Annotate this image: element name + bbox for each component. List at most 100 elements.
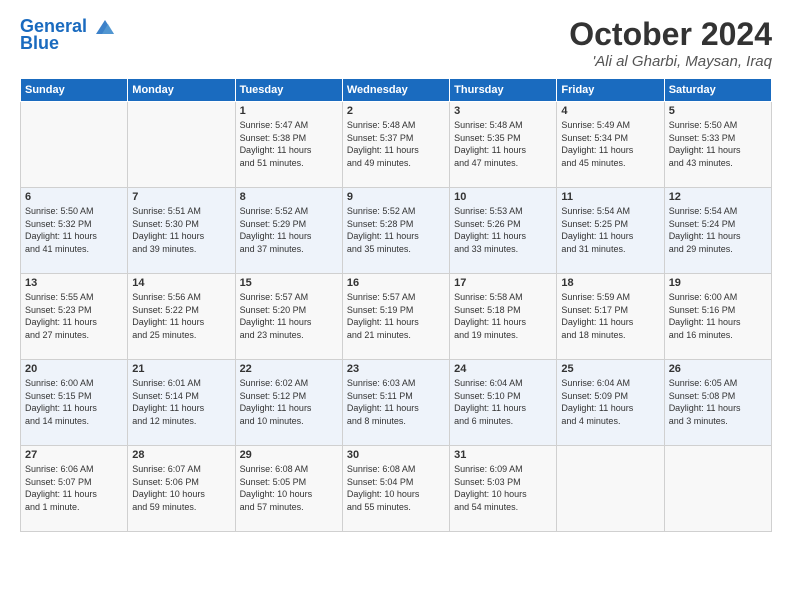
day-info: Sunrise: 5:47 AM Sunset: 5:38 PM Dayligh… <box>240 119 338 169</box>
day-info: Sunrise: 5:49 AM Sunset: 5:34 PM Dayligh… <box>561 119 659 169</box>
calendar-day-cell <box>664 446 771 532</box>
calendar-week-row: 1Sunrise: 5:47 AM Sunset: 5:38 PM Daylig… <box>21 102 772 188</box>
day-info: Sunrise: 5:54 AM Sunset: 5:24 PM Dayligh… <box>669 205 767 255</box>
calendar-day-cell: 9Sunrise: 5:52 AM Sunset: 5:28 PM Daylig… <box>342 188 449 274</box>
day-number: 22 <box>240 363 338 375</box>
calendar-day-cell <box>557 446 664 532</box>
month-title: October 2024 <box>569 16 772 53</box>
day-info: Sunrise: 5:48 AM Sunset: 5:37 PM Dayligh… <box>347 119 445 169</box>
calendar-day-cell: 14 Sunrise: 5:56 AM Sunset: 5:22 PM Dayli… <box>128 274 235 360</box>
calendar-body: 1Sunrise: 5:47 AM Sunset: 5:38 PM Daylig… <box>21 102 772 532</box>
calendar-day-cell: 3 Sunrise: 5:48 AM Sunset: 5:35 PM Daylig… <box>450 102 557 188</box>
day-number: 28 <box>132 449 230 461</box>
calendar-day-cell: 28 Sunrise: 6:07 AM Sunset: 5:06 PM Dayli… <box>128 446 235 532</box>
day-info: Sunrise: 5:50 AM Sunset: 5:33 PM Dayligh… <box>669 119 767 169</box>
calendar-day-cell: 21 Sunrise: 6:01 AM Sunset: 5:14 PM Dayli… <box>128 360 235 446</box>
day-info: Sunrise: 5:48 AM Sunset: 5:35 PM Dayligh… <box>454 119 552 169</box>
calendar-day-cell: 4 Sunrise: 5:49 AM Sunset: 5:34 PM Daylig… <box>557 102 664 188</box>
day-info: Sunrise: 6:07 AM Sunset: 5:06 PM Dayligh… <box>132 463 230 513</box>
calendar-header-cell: Monday <box>128 79 235 102</box>
calendar-day-cell: 29 Sunrise: 6:08 AM Sunset: 5:05 PM Dayli… <box>235 446 342 532</box>
day-number: 14 <box>132 277 230 289</box>
day-number: 8 <box>240 191 338 203</box>
calendar-day-cell: 5 Sunrise: 5:50 AM Sunset: 5:33 PM Daylig… <box>664 102 771 188</box>
calendar-day-cell: 31 Sunrise: 6:09 AM Sunset: 5:03 PM Dayli… <box>450 446 557 532</box>
calendar-day-cell: 10Sunrise: 5:53 AM Sunset: 5:26 PM Dayli… <box>450 188 557 274</box>
day-number: 29 <box>240 449 338 461</box>
calendar-header-cell: Tuesday <box>235 79 342 102</box>
calendar-day-cell: 19 Sunrise: 6:00 AM Sunset: 5:16 PM Dayli… <box>664 274 771 360</box>
day-info: Sunrise: 6:03 AM Sunset: 5:11 PM Dayligh… <box>347 377 445 427</box>
day-number: 17 <box>454 277 552 289</box>
calendar-day-cell: 15 Sunrise: 5:57 AM Sunset: 5:20 PM Dayli… <box>235 274 342 360</box>
day-number: 7 <box>132 191 230 203</box>
calendar-day-cell: 25 Sunrise: 6:04 AM Sunset: 5:09 PM Dayli… <box>557 360 664 446</box>
calendar-day-cell <box>128 102 235 188</box>
day-number: 18 <box>561 277 659 289</box>
day-number: 4 <box>561 105 659 117</box>
day-info: Sunrise: 5:57 AM Sunset: 5:19 PM Dayligh… <box>347 291 445 341</box>
day-number: 16 <box>347 277 445 289</box>
day-number: 20 <box>25 363 123 375</box>
day-number: 21 <box>132 363 230 375</box>
day-info: Sunrise: 6:04 AM Sunset: 5:09 PM Dayligh… <box>561 377 659 427</box>
day-info: Sunrise: 5:51 AM Sunset: 5:30 PM Dayligh… <box>132 205 230 255</box>
day-info: Sunrise: 6:09 AM Sunset: 5:03 PM Dayligh… <box>454 463 552 513</box>
calendar-day-cell: 1Sunrise: 5:47 AM Sunset: 5:38 PM Daylig… <box>235 102 342 188</box>
location-title: 'Ali al Gharbi, Maysan, Iraq <box>569 53 772 70</box>
day-number: 2 <box>347 105 445 117</box>
calendar-table: SundayMondayTuesdayWednesdayThursdayFrid… <box>20 78 772 532</box>
day-info: Sunrise: 5:55 AM Sunset: 5:23 PM Dayligh… <box>25 291 123 341</box>
day-number: 31 <box>454 449 552 461</box>
calendar-header-cell: Thursday <box>450 79 557 102</box>
calendar-day-cell: 23 Sunrise: 6:03 AM Sunset: 5:11 PM Dayli… <box>342 360 449 446</box>
day-number: 24 <box>454 363 552 375</box>
day-info: Sunrise: 5:57 AM Sunset: 5:20 PM Dayligh… <box>240 291 338 341</box>
day-info: Sunrise: 5:58 AM Sunset: 5:18 PM Dayligh… <box>454 291 552 341</box>
day-number: 13 <box>25 277 123 289</box>
day-number: 15 <box>240 277 338 289</box>
day-number: 25 <box>561 363 659 375</box>
calendar-day-cell: 12Sunrise: 5:54 AM Sunset: 5:24 PM Dayli… <box>664 188 771 274</box>
page: General Blue October 2024 'Ali al Gharbi… <box>0 0 792 612</box>
day-info: Sunrise: 5:54 AM Sunset: 5:25 PM Dayligh… <box>561 205 659 255</box>
calendar-day-cell: 20 Sunrise: 6:00 AM Sunset: 5:15 PM Dayli… <box>21 360 128 446</box>
day-number: 23 <box>347 363 445 375</box>
calendar-day-cell: 27 Sunrise: 6:06 AM Sunset: 5:07 PM Dayli… <box>21 446 128 532</box>
logo: General Blue <box>20 16 116 54</box>
day-info: Sunrise: 5:52 AM Sunset: 5:29 PM Dayligh… <box>240 205 338 255</box>
calendar-header-row: SundayMondayTuesdayWednesdayThursdayFrid… <box>21 79 772 102</box>
day-number: 5 <box>669 105 767 117</box>
calendar-day-cell <box>21 102 128 188</box>
calendar-week-row: 13 Sunrise: 5:55 AM Sunset: 5:23 PM Dayli… <box>21 274 772 360</box>
day-number: 3 <box>454 105 552 117</box>
calendar-day-cell: 17 Sunrise: 5:58 AM Sunset: 5:18 PM Dayli… <box>450 274 557 360</box>
day-info: Sunrise: 5:56 AM Sunset: 5:22 PM Dayligh… <box>132 291 230 341</box>
calendar-day-cell: 7 Sunrise: 5:51 AM Sunset: 5:30 PM Daylig… <box>128 188 235 274</box>
title-block: October 2024 'Ali al Gharbi, Maysan, Ira… <box>569 16 772 70</box>
calendar-header-cell: Saturday <box>664 79 771 102</box>
day-info: Sunrise: 6:02 AM Sunset: 5:12 PM Dayligh… <box>240 377 338 427</box>
day-info: Sunrise: 5:50 AM Sunset: 5:32 PM Dayligh… <box>25 205 123 255</box>
day-number: 6 <box>25 191 123 203</box>
day-info: Sunrise: 5:52 AM Sunset: 5:28 PM Dayligh… <box>347 205 445 255</box>
calendar-day-cell: 11 Sunrise: 5:54 AM Sunset: 5:25 PM Dayli… <box>557 188 664 274</box>
day-info: Sunrise: 6:00 AM Sunset: 5:15 PM Dayligh… <box>25 377 123 427</box>
day-number: 11 <box>561 191 659 203</box>
day-number: 27 <box>25 449 123 461</box>
logo-icon <box>94 18 116 36</box>
calendar-day-cell: 16 Sunrise: 5:57 AM Sunset: 5:19 PM Dayli… <box>342 274 449 360</box>
day-info: Sunrise: 6:06 AM Sunset: 5:07 PM Dayligh… <box>25 463 123 513</box>
calendar-day-cell: 13 Sunrise: 5:55 AM Sunset: 5:23 PM Dayli… <box>21 274 128 360</box>
day-info: Sunrise: 6:01 AM Sunset: 5:14 PM Dayligh… <box>132 377 230 427</box>
calendar-day-cell: 18Sunrise: 5:59 AM Sunset: 5:17 PM Dayli… <box>557 274 664 360</box>
day-info: Sunrise: 6:05 AM Sunset: 5:08 PM Dayligh… <box>669 377 767 427</box>
calendar-day-cell: 30Sunrise: 6:08 AM Sunset: 5:04 PM Dayli… <box>342 446 449 532</box>
day-number: 19 <box>669 277 767 289</box>
calendar-day-cell: 6 Sunrise: 5:50 AM Sunset: 5:32 PM Daylig… <box>21 188 128 274</box>
day-info: Sunrise: 6:08 AM Sunset: 5:04 PM Dayligh… <box>347 463 445 513</box>
day-info: Sunrise: 6:08 AM Sunset: 5:05 PM Dayligh… <box>240 463 338 513</box>
calendar-header-cell: Sunday <box>21 79 128 102</box>
calendar-week-row: 27 Sunrise: 6:06 AM Sunset: 5:07 PM Dayli… <box>21 446 772 532</box>
day-info: Sunrise: 6:00 AM Sunset: 5:16 PM Dayligh… <box>669 291 767 341</box>
